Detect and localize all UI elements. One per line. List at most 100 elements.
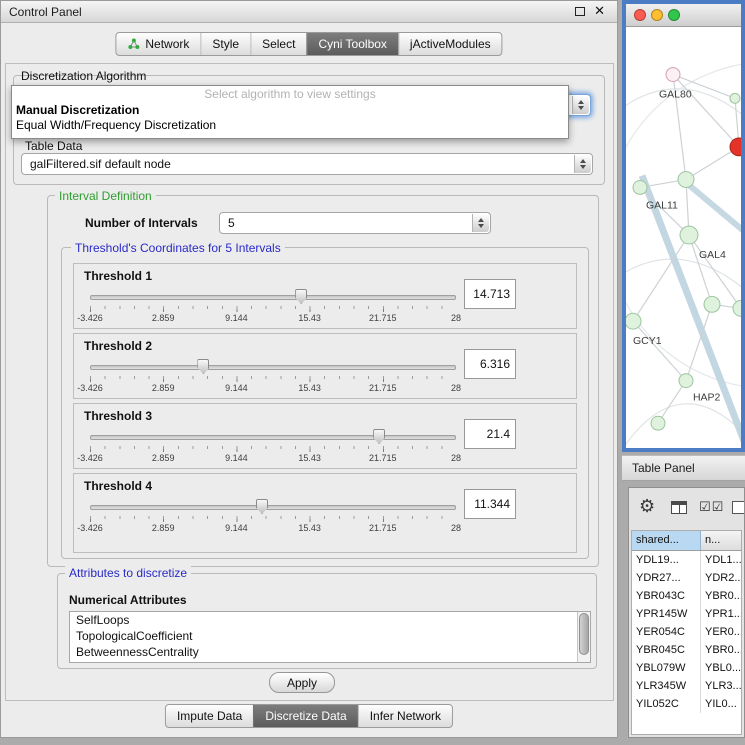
tab-impute-data[interactable]: Impute Data (166, 705, 253, 727)
scale-tick-label: 2.859 (152, 313, 175, 323)
scrollbar-thumb[interactable] (579, 613, 589, 655)
close-traffic-light-icon[interactable] (634, 9, 646, 21)
minimize-traffic-light-icon[interactable] (651, 9, 663, 21)
node[interactable] (651, 416, 665, 430)
tab-infer-network[interactable]: Infer Network (358, 705, 452, 727)
node[interactable] (733, 300, 741, 316)
slider-thumb[interactable] (295, 289, 307, 304)
table-row[interactable]: YLR345W YLR3... (632, 677, 741, 695)
slider-track[interactable] (90, 295, 456, 300)
node[interactable] (633, 181, 647, 195)
cell[interactable]: YBR043C (632, 587, 701, 605)
table-function-icon[interactable] (732, 501, 745, 514)
tab-jactivemodules[interactable]: jActiveModules (398, 33, 502, 55)
cell[interactable]: YDL19... (632, 551, 701, 569)
table-row[interactable]: YBL079W YBL0... (632, 659, 741, 677)
list-item[interactable]: BetweennessCentrality (70, 644, 590, 660)
node[interactable] (666, 68, 680, 82)
slider-track[interactable] (90, 505, 456, 510)
combo-value: galFiltered.sif default node (30, 154, 171, 174)
combo-stepper-icon[interactable] (572, 96, 589, 114)
threshold-slider[interactable]: -3.4262.8599.14415.4321.71528 (90, 498, 456, 536)
table-data-combo[interactable]: galFiltered.sif default node (21, 153, 593, 175)
threshold-value-field[interactable]: 11.344 (464, 489, 516, 519)
threshold-slider[interactable]: -3.4262.8599.14415.4321.71528 (90, 358, 456, 396)
apply-button[interactable]: Apply (269, 672, 335, 693)
threshold-value-field[interactable]: 6.316 (464, 349, 516, 379)
node[interactable] (679, 374, 693, 388)
zoom-traffic-light-icon[interactable] (668, 9, 680, 21)
node[interactable] (678, 172, 694, 188)
slider-thumb[interactable] (256, 499, 268, 514)
slider-track[interactable] (90, 435, 456, 440)
threshold-panel: Threshold 2 -3.4262.8599.14415.4321.7152… (73, 333, 577, 399)
network-window-titlebar[interactable] (626, 4, 741, 27)
table-row[interactable]: YPR145W YPR1... (632, 605, 741, 623)
combo-stepper-icon[interactable] (472, 214, 489, 232)
select-all-checkboxes-icon[interactable]: ☑☑ (699, 499, 724, 515)
scale-tick-label: -3.426 (77, 453, 103, 463)
slider-track[interactable] (90, 365, 456, 370)
cell[interactable]: YIL0... (701, 695, 741, 713)
column-header-shared-name[interactable]: shared... (632, 531, 701, 550)
tab-discretize-data[interactable]: Discretize Data (253, 705, 357, 727)
cell[interactable]: YBR0... (701, 587, 741, 605)
node[interactable] (704, 296, 720, 312)
columns-icon[interactable] (671, 501, 687, 514)
cell[interactable]: YBR045C (632, 641, 701, 659)
cell[interactable]: YBL0... (701, 659, 741, 677)
table-row[interactable]: YDL19... YDL1... (632, 551, 741, 569)
node[interactable] (730, 93, 740, 103)
table-row[interactable]: YBR043C YBR0... (632, 587, 741, 605)
cell[interactable]: YBR0... (701, 641, 741, 659)
slider-thumb[interactable] (373, 429, 385, 444)
table-panel-titlebar[interactable]: Table Panel (622, 455, 745, 481)
combo-stepper-icon[interactable] (574, 155, 591, 173)
cell[interactable]: YLR3... (701, 677, 741, 695)
list-item[interactable]: SelfLoops (70, 612, 590, 628)
num-intervals-combo[interactable]: 5 (219, 212, 491, 234)
table-row[interactable]: YDR27... YDR2... (632, 569, 741, 587)
threshold-slider[interactable]: -3.4262.8599.14415.4321.71528 (90, 288, 456, 326)
cell[interactable]: YDL1... (701, 551, 741, 569)
table-header-row: shared... n... (632, 531, 741, 551)
gear-icon[interactable]: ⚙ (639, 497, 655, 515)
popup-option-manual-discretization[interactable]: Manual Discretization (12, 103, 568, 118)
cell[interactable]: YPR1... (701, 605, 741, 623)
slider-thumb[interactable] (197, 359, 209, 374)
cell[interactable]: YBL079W (632, 659, 701, 677)
close-icon[interactable]: ✕ (594, 5, 605, 17)
popup-option-equal-width-frequency[interactable]: Equal Width/Frequency Discretization (12, 118, 568, 133)
tab-network[interactable]: Network (116, 33, 200, 55)
network-canvas[interactable]: GAL80 GAL11 GAL4 GCY1 HAP2 (626, 27, 741, 448)
node[interactable] (680, 226, 698, 244)
table-row[interactable]: YIL052C YIL0... (632, 695, 741, 713)
cell[interactable]: YDR27... (632, 569, 701, 587)
threshold-value-field[interactable]: 14.713 (464, 279, 516, 309)
node-label: HAP2 (693, 392, 721, 403)
cell[interactable]: YPR145W (632, 605, 701, 623)
tab-cyni-toolbox[interactable]: Cyni Toolbox (306, 33, 397, 55)
group-title: Discretization Algorithm (21, 69, 146, 83)
control-panel-titlebar[interactable]: Control Panel ✕ (1, 1, 617, 23)
float-window-icon[interactable] (575, 7, 585, 16)
list-item[interactable]: TopologicalCoefficient (70, 628, 590, 644)
scale-tick-label: 21.715 (369, 523, 397, 533)
table-row[interactable]: YER054C YER0... (632, 623, 741, 641)
threshold-slider[interactable]: -3.4262.8599.14415.4321.71528 (90, 428, 456, 466)
group-title: Threshold's Coordinates for 5 Intervals (71, 241, 285, 255)
tab-select[interactable]: Select (250, 33, 306, 55)
cell[interactable]: YIL052C (632, 695, 701, 713)
cell[interactable]: YDR2... (701, 569, 741, 587)
cell[interactable]: YER0... (701, 623, 741, 641)
numerical-attributes-list[interactable]: SelfLoops TopologicalCoefficient Between… (69, 611, 591, 663)
selected-node[interactable] (730, 138, 741, 156)
table-row[interactable]: YBR045C YBR0... (632, 641, 741, 659)
column-header-name[interactable]: n... (701, 531, 741, 550)
list-scrollbar[interactable] (577, 612, 590, 662)
node[interactable] (626, 313, 641, 329)
cell[interactable]: YLR345W (632, 677, 701, 695)
cell[interactable]: YER054C (632, 623, 701, 641)
threshold-value-field[interactable]: 21.4 (464, 419, 516, 449)
tab-style[interactable]: Style (200, 33, 250, 55)
